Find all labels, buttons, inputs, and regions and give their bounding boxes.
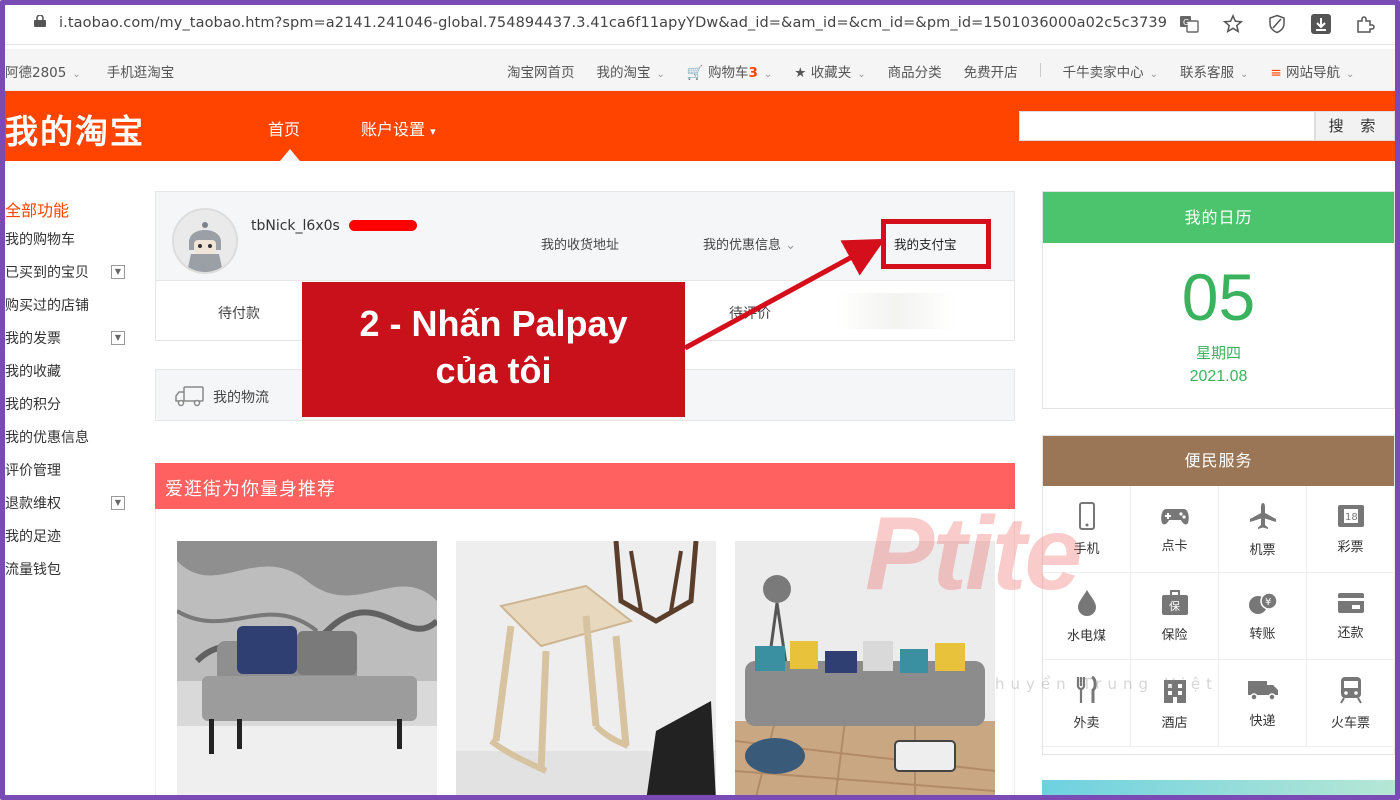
callout-arrow — [683, 238, 886, 351]
